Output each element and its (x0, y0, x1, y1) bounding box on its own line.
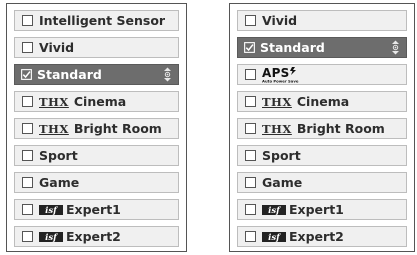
checkbox-icon (22, 231, 33, 242)
menu-item-label: Vivid (39, 40, 75, 55)
menu-item-label: Sport (262, 148, 301, 163)
menu-item-label: Cinema (296, 94, 350, 109)
checkbox-icon (245, 96, 256, 107)
checkbox-icon (245, 204, 256, 215)
up-down-arrows-icon[interactable] (163, 67, 172, 82)
thx-logo: THX (262, 94, 292, 109)
picture-mode-menu-right: Vivid Standard APS Auto Power Save THX C… (229, 3, 415, 252)
menu-item-game[interactable]: Game (237, 172, 407, 193)
checkbox-icon (245, 150, 256, 161)
checkbox-icon (22, 204, 33, 215)
isf-logo: isf (262, 204, 286, 215)
svg-text:isf: isf (268, 206, 281, 215)
menu-item-label: Expert2 (289, 229, 344, 244)
thx-logo: THX (39, 94, 69, 109)
menu-item-thx-cinema[interactable]: THX Cinema (237, 91, 407, 112)
svg-text:isf: isf (268, 233, 281, 242)
menu-item-label: Game (262, 175, 303, 190)
menu-item-label: Intelligent Sensor (39, 13, 166, 28)
svg-text:Auto Power Save: Auto Power Save (262, 78, 299, 83)
menu-item-label: Vivid (262, 13, 298, 28)
menu-item-label: Game (39, 175, 80, 190)
menu-item-thx-bright-room[interactable]: THX Bright Room (14, 118, 179, 139)
menu-item-standard[interactable]: Standard (14, 64, 179, 85)
menu-item-vivid[interactable]: Vivid (14, 37, 179, 58)
menu-item-vivid[interactable]: Vivid (237, 10, 407, 31)
menu-item-sport[interactable]: Sport (237, 145, 407, 166)
menu-item-game[interactable]: Game (14, 172, 179, 193)
menu-item-label: Standard (260, 40, 325, 55)
menu-item-label: Standard (37, 67, 102, 82)
checked-checkbox-icon (244, 42, 255, 53)
menu-item-intelligent-sensor[interactable]: Intelligent Sensor (14, 10, 179, 31)
svg-text:isf: isf (45, 206, 58, 215)
menu-item-label: Bright Room (73, 121, 162, 136)
svg-text:isf: isf (45, 233, 58, 242)
checkbox-icon (22, 15, 33, 26)
up-down-arrows-icon[interactable] (391, 40, 400, 55)
menu-item-aps[interactable]: APS Auto Power Save (237, 64, 407, 85)
menu-item-label: Cinema (73, 94, 127, 109)
checked-checkbox-icon (21, 69, 32, 80)
checkbox-icon (245, 69, 256, 80)
thx-logo: THX (39, 121, 69, 136)
picture-mode-menu-left: Intelligent Sensor Vivid Standard THX Ci… (6, 3, 187, 252)
checkbox-icon (22, 96, 33, 107)
isf-logo: isf (39, 204, 63, 215)
menu-item-standard[interactable]: Standard (237, 37, 407, 58)
menu-item-isf-expert1[interactable]: isf Expert1 (237, 199, 407, 220)
isf-logo: isf (262, 231, 286, 242)
menu-item-sport[interactable]: Sport (14, 145, 179, 166)
checkbox-icon (22, 150, 33, 161)
menu-item-label: Bright Room (296, 121, 385, 136)
menu-item-isf-expert2[interactable]: isf Expert2 (14, 226, 179, 247)
checkbox-icon (245, 177, 256, 188)
isf-logo: isf (39, 231, 63, 242)
menu-item-label: Expert2 (66, 229, 121, 244)
checkbox-icon (22, 177, 33, 188)
menu-item-label: Expert1 (289, 202, 344, 217)
menu-item-label: Sport (39, 148, 78, 163)
menu-item-thx-bright-room[interactable]: THX Bright Room (237, 118, 407, 139)
thx-logo: THX (262, 121, 292, 136)
checkbox-icon (245, 231, 256, 242)
aps-logo: APS Auto Power Save (262, 66, 299, 83)
menu-item-label: Expert1 (66, 202, 121, 217)
checkbox-icon (22, 123, 33, 134)
checkbox-icon (245, 123, 256, 134)
menu-item-isf-expert1[interactable]: isf Expert1 (14, 199, 179, 220)
menu-item-isf-expert2[interactable]: isf Expert2 (237, 226, 407, 247)
checkbox-icon (22, 42, 33, 53)
checkbox-icon (245, 15, 256, 26)
menu-item-thx-cinema[interactable]: THX Cinema (14, 91, 179, 112)
